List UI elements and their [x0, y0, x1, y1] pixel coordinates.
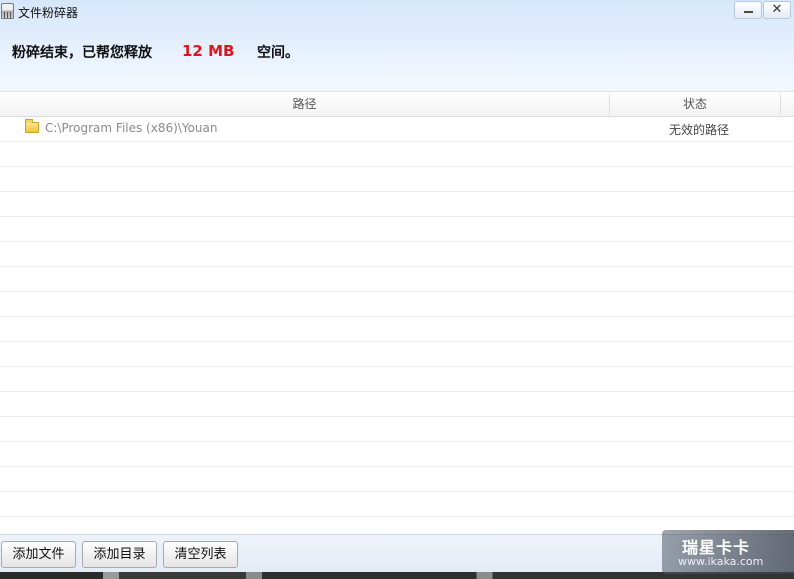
result-banner: 粉碎结束，已帮您释放 12 MB 空间。 — [12, 42, 299, 62]
close-button[interactable]: ✕ — [763, 1, 791, 19]
column-divider[interactable] — [780, 94, 781, 114]
empty-table-row — [0, 167, 794, 192]
window-title: 文件粉碎器 — [18, 6, 79, 20]
add-folder-button[interactable]: 添加目录 — [82, 541, 157, 568]
empty-table-row — [0, 142, 794, 167]
add-file-button[interactable]: 添加文件 — [1, 541, 76, 568]
empty-table-row — [0, 217, 794, 242]
watermark-url: www.ikaka.com — [678, 555, 764, 568]
empty-table-row — [0, 242, 794, 267]
folder-icon — [25, 119, 39, 133]
empty-table-row — [0, 492, 794, 517]
banner-suffix: 空间。 — [257, 45, 299, 61]
row-status: 无效的路径 — [668, 123, 729, 137]
table-row[interactable]: C:\Program Files (x86)\Youan 无效的路径 — [0, 117, 794, 142]
empty-table-row — [0, 317, 794, 342]
shredder-app-icon — [1, 3, 14, 19]
empty-table-row — [0, 392, 794, 417]
table-body: C:\Program Files (x86)\Youan 无效的路径 — [0, 117, 794, 542]
empty-table-row — [0, 417, 794, 442]
watermark: 瑞星卡卡 www.ikaka.com — [662, 530, 794, 574]
clear-list-button[interactable]: 清空列表 — [163, 541, 238, 568]
empty-table-row — [0, 267, 794, 292]
empty-table-row — [0, 367, 794, 392]
file-list-table: 路径 状态 C:\Program Files (x86)\Youan 无效的路径 — [0, 92, 794, 542]
column-header-path[interactable]: 路径 — [0, 92, 609, 116]
empty-table-row — [0, 292, 794, 317]
title-bar: 文件粉碎器 ✕ — [0, 0, 794, 24]
window-header: 文件粉碎器 ✕ 粉碎结束，已帮您释放 12 MB 空间。 — [0, 0, 794, 92]
table-header: 路径 状态 — [0, 92, 794, 117]
empty-table-row — [0, 442, 794, 467]
empty-table-row — [0, 192, 794, 217]
column-header-status[interactable]: 状态 — [610, 92, 780, 116]
minimize-icon — [744, 11, 753, 13]
empty-table-row — [0, 467, 794, 492]
empty-table-row — [0, 342, 794, 367]
close-icon: ✕ — [771, 2, 783, 17]
banner-message: 粉碎结束，已帮您释放 — [12, 45, 152, 61]
row-path: C:\Program Files (x86)\Youan — [45, 121, 218, 135]
minimize-button[interactable] — [734, 1, 762, 19]
freed-size: 12 MB — [182, 42, 235, 60]
